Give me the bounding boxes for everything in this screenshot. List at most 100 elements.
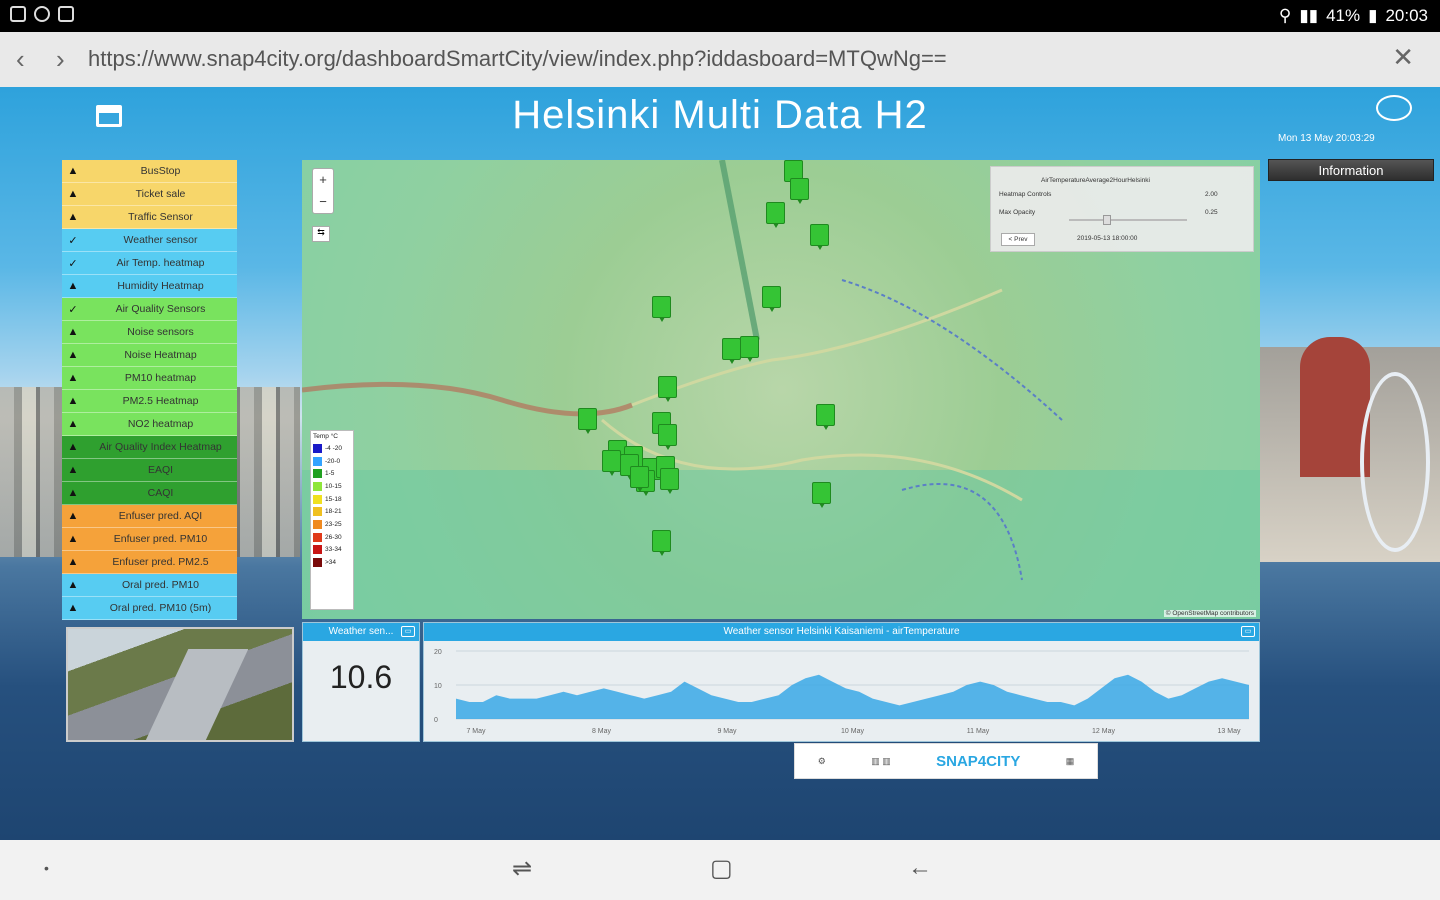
map-layer-toggle[interactable]: ⇆ — [312, 226, 330, 242]
layer-menu-item[interactable]: ▲ Enfuser pred. AQI — [62, 505, 237, 528]
legend-item: 18-21 — [313, 505, 351, 518]
layer-label: Air Quality Sensors — [115, 303, 206, 315]
close-tab-button[interactable]: ✕ — [1392, 42, 1414, 73]
sensor-marker-icon[interactable] — [762, 286, 781, 312]
opacity-slider-thumb[interactable] — [1103, 215, 1111, 225]
browser-address-bar: ‹ › https://www.snap4city.org/dashboardS… — [0, 32, 1440, 87]
legend-label: 26-30 — [325, 533, 342, 541]
layer-menu-item[interactable]: ▲ Humidity Heatmap — [62, 275, 237, 298]
layer-label: PM10 heatmap — [124, 372, 197, 384]
sensor-marker-icon[interactable] — [812, 482, 831, 508]
sensor-marker-icon[interactable] — [722, 338, 741, 364]
legend-label: -20-0 — [325, 457, 341, 465]
chart-x-tick: 9 May — [717, 728, 737, 735]
url-field[interactable]: https://www.snap4city.org/dashboardSmart… — [88, 46, 947, 72]
heatmap-prev-button[interactable]: < Prev — [1001, 233, 1035, 246]
layer-menu-item[interactable]: ▲ EAQI — [62, 459, 237, 482]
layer-menu-item[interactable]: ▲ Enfuser pred. PM2.5 — [62, 551, 237, 574]
legend-item: 15-18 — [313, 493, 351, 506]
layer-toggle-icon: ▲ — [67, 188, 79, 200]
sensor-marker-icon[interactable] — [660, 468, 679, 494]
layer-label: Oral pred. PM10 — [121, 579, 200, 591]
legend-swatch — [313, 545, 322, 555]
zoom-out-button[interactable]: − — [313, 191, 333, 213]
battery-percent: 41% — [1326, 6, 1361, 25]
legend-title: Temp °C — [313, 433, 338, 440]
sensor-marker-icon[interactable] — [652, 296, 671, 322]
chat-icon[interactable] — [1376, 95, 1412, 121]
heatmap-controls: AirTemperatureAverage2HourHelsinki Heatm… — [990, 166, 1254, 252]
home-button[interactable]: ▢ — [710, 854, 733, 883]
city-map[interactable]: + − ⇆ AirTemperatureAverage2HourHelsinki… — [302, 160, 1260, 619]
sensor-marker-icon[interactable] — [658, 376, 677, 402]
layer-menu-item[interactable]: ▲ PM10 heatmap — [62, 367, 237, 390]
layer-menu-item[interactable]: ▲ Ticket sale — [62, 183, 237, 206]
layer-menu-item[interactable]: ✓ Air Quality Sensors — [62, 298, 237, 321]
legend-label: 1-5 — [325, 470, 335, 478]
sensor-marker-icon[interactable] — [816, 404, 835, 430]
legend-swatch — [313, 532, 322, 542]
layer-menu-item[interactable]: ✓ Weather sensor — [62, 229, 237, 252]
sensor-marker-icon[interactable] — [790, 178, 809, 204]
chart-x-tick: 8 May — [592, 728, 612, 735]
sensor-marker-icon[interactable] — [602, 450, 621, 476]
temperature-chart-widget: Weather sensor Helsinki Kaisaniemi - air… — [423, 622, 1260, 742]
layer-menu-item[interactable]: ✓ Air Temp. heatmap — [62, 252, 237, 275]
recent-apps-button[interactable]: ⇌ — [512, 854, 532, 883]
zoom-in-button[interactable]: + — [313, 169, 333, 191]
dashboard-clock: Mon 13 May 20:03:29 — [1278, 133, 1375, 144]
system-back-button[interactable]: ← — [908, 854, 932, 882]
legend-swatch — [313, 507, 322, 517]
layer-menu-item[interactable]: ▲ Noise sensors — [62, 321, 237, 344]
chart-x-tick: 13 May — [1218, 728, 1241, 735]
back-button[interactable]: ‹ — [16, 44, 25, 75]
layer-menu-item[interactable]: ▲ BusStop — [62, 160, 237, 183]
temperature-chart: 20 10 0 7 May 8 May 9 May 10 May 11 May 12 May 13… — [434, 649, 1249, 735]
legend-label: 33-34 — [325, 546, 342, 554]
university-logo: ⚙ — [817, 755, 826, 766]
weather-value-widget: Weather sen... ▭ 10.6 — [302, 622, 420, 742]
layer-menu-item[interactable]: ▲ Air Quality Index Heatmap — [62, 436, 237, 459]
sensor-marker-icon[interactable] — [810, 224, 829, 250]
layer-menu-item[interactable]: ▲ CAQI — [62, 482, 237, 505]
chart-series-area — [456, 674, 1249, 719]
max-opacity-label: Max Opacity — [999, 209, 1036, 216]
layer-label: Traffic Sensor — [128, 211, 193, 223]
sensor-marker-icon[interactable] — [578, 408, 597, 434]
sensor-marker-icon[interactable] — [630, 466, 649, 492]
layer-toggle-icon: ▲ — [67, 464, 79, 476]
clock: 20:03 — [1385, 6, 1428, 25]
layer-menu-item[interactable]: ▲ PM2.5 Heatmap — [62, 390, 237, 413]
layer-menu-item[interactable]: ▲ Oral pred. PM10 — [62, 574, 237, 597]
opacity-slider[interactable] — [1069, 215, 1187, 225]
layer-toggle-icon: ✓ — [68, 234, 78, 247]
widget-expand-icon[interactable]: ▭ — [401, 626, 415, 637]
information-button[interactable]: Information — [1268, 159, 1434, 181]
sensor-marker-icon[interactable] — [740, 336, 759, 362]
legend-item: -4 -20 — [313, 442, 351, 455]
background-ferris-wheel — [1360, 372, 1430, 552]
chart-x-tick: 7 May — [466, 728, 486, 735]
layer-menu-item[interactable]: ▲ Noise Heatmap — [62, 344, 237, 367]
layer-menu-item[interactable]: ▲ Traffic Sensor — [62, 206, 237, 229]
layer-menu-item[interactable]: ▲ NO2 heatmap — [62, 413, 237, 436]
layer-menu-item[interactable]: ▲ Enfuser pred. PM10 — [62, 528, 237, 551]
sensor-marker-icon[interactable] — [766, 202, 785, 228]
layer-menu-item[interactable]: ▲ Oral pred. PM10 (5m) — [62, 597, 237, 620]
chart-expand-icon[interactable]: ▭ — [1241, 626, 1255, 637]
sensor-marker-icon[interactable] — [658, 424, 677, 450]
eu-logo: ▦ — [1065, 755, 1075, 766]
map-attribution[interactable]: © OpenStreetMap contributors — [1163, 610, 1256, 617]
page-title: Helsinki Multi Data H2 — [512, 93, 928, 137]
forward-button[interactable]: › — [56, 44, 65, 75]
chart-y-tick: 0 — [434, 717, 438, 724]
layer-label: Noise Heatmap — [124, 349, 197, 361]
sensor-marker-icon[interactable] — [652, 530, 671, 556]
layer-toggle-icon: ▲ — [67, 602, 79, 614]
gallery-icon — [10, 6, 26, 22]
chart-widget-title: Weather sensor Helsinki Kaisaniemi - air… — [723, 626, 960, 637]
legend-label: 15-18 — [325, 495, 342, 503]
notification-icons — [10, 6, 74, 22]
layer-toggle-icon: ▲ — [67, 395, 79, 407]
layer-toggle-icon: ✓ — [68, 303, 78, 316]
